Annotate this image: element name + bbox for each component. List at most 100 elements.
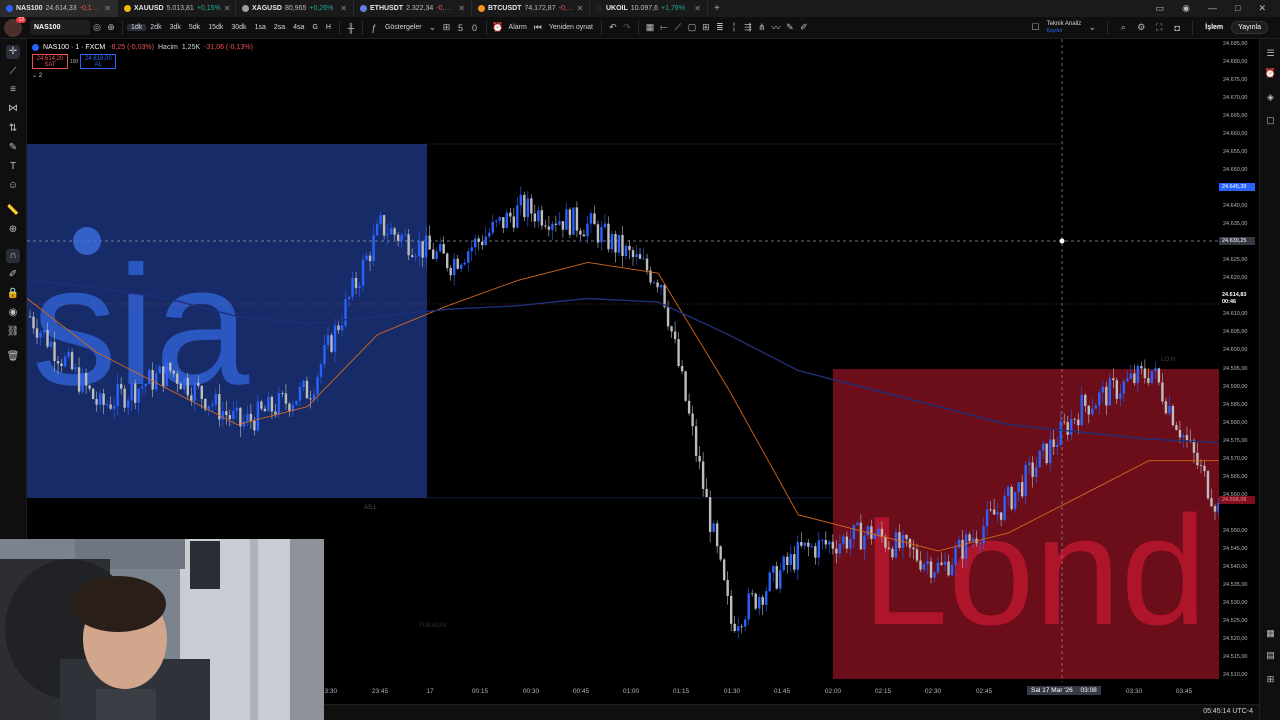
tech-analysis-menu[interactable]: ☐ Teknik Analiz Kaydet ⌄ ⌕ ⚙ ⛶ ◘ İşlem Y… <box>1029 20 1274 35</box>
alerts-icon[interactable]: ⏰ <box>1264 67 1277 80</box>
new-tab-button[interactable]: + <box>708 3 726 14</box>
ruler-icon[interactable]: 📏 <box>6 204 20 218</box>
maximize-icon[interactable]: □ <box>1235 3 1240 14</box>
grid-icon[interactable]: ⊞ <box>699 21 713 35</box>
fullscreen-icon[interactable]: ⛶ <box>1152 21 1166 35</box>
browser-tab[interactable]: BTCUSDT 74.172,87 -0,… ✕ <box>472 0 590 17</box>
brush-icon[interactable]: ✎ <box>783 21 797 35</box>
brush-icon[interactable]: ✎ <box>6 141 20 155</box>
crosshair-date-label: Sal 17 Mar '26 03:08 <box>1027 686 1101 695</box>
close-tab-icon[interactable]: ✕ <box>340 4 347 13</box>
notifications-icon[interactable]: ▤ <box>1264 649 1277 662</box>
candle-type-icon[interactable]: ╫ <box>344 21 358 35</box>
chat-icon[interactable]: ▢ <box>1264 114 1277 127</box>
publish-button[interactable]: Yayınla <box>1231 21 1268 34</box>
indicators-icon[interactable]: ƒ <box>367 21 381 35</box>
pen-icon[interactable]: ✐ <box>797 21 811 35</box>
prediction-icon[interactable]: ⇅ <box>6 122 20 136</box>
interval-button[interactable]: 1dk <box>127 24 147 31</box>
crosshair-icon[interactable]: ✛ <box>6 45 20 59</box>
close-tab-icon[interactable]: ✕ <box>694 4 701 13</box>
buy-button[interactable]: 24.616,00 AL <box>80 54 117 69</box>
eye-icon[interactable]: ◎ <box>90 21 104 35</box>
alerts-zero[interactable]: 0 <box>468 21 482 35</box>
browser-tab[interactable]: UKOIL 10.097,6 +1,76% ✕ <box>590 0 708 17</box>
chevron-down-icon[interactable]: ⌄ <box>1085 21 1099 35</box>
pattern-icon[interactable]: ⋈ <box>6 102 20 116</box>
checkbox-icon[interactable]: ☐ <box>1029 21 1043 35</box>
browser-tab[interactable]: XAGUSD 80,965 +0,26% ✕ <box>236 0 354 17</box>
alarm-button[interactable]: Alarm <box>505 24 531 31</box>
search-icon[interactable]: ⌕ <box>1116 21 1130 35</box>
eye-icon[interactable]: ◉ <box>6 306 20 320</box>
table-icon[interactable]: ▦ <box>643 21 657 35</box>
calendar-icon[interactable]: ▦ <box>1264 627 1277 640</box>
camera-icon[interactable]: ◘ <box>1170 21 1184 35</box>
link-icon[interactable]: ⛓ <box>6 325 20 339</box>
cast-icon[interactable]: ▭ <box>1156 3 1165 14</box>
close-icon[interactable]: ✕ <box>1258 3 1266 14</box>
pitchfork-icon[interactable]: ⋔ <box>755 21 769 35</box>
indicators-button[interactable]: Göstergeler <box>381 24 426 31</box>
undo-icon[interactable]: ↶ <box>606 21 620 35</box>
utc-clock[interactable]: 05:45:14 UTC-4 <box>1203 708 1253 715</box>
chevron-down-icon[interactable]: ⌄ <box>426 21 440 35</box>
alarm-icon[interactable]: ⏰ <box>491 21 505 35</box>
zoom-icon[interactable]: ⊕ <box>6 223 20 237</box>
trend-line-icon[interactable]: ⟋ <box>6 65 20 79</box>
text-icon[interactable]: T <box>6 160 20 174</box>
magnet-icon[interactable]: ∩ <box>6 249 20 263</box>
gear-icon[interactable]: ⚙ <box>1134 21 1148 35</box>
interval-button[interactable]: G <box>308 24 321 31</box>
interval-button[interactable]: 5dk <box>185 24 204 31</box>
vertical-line-icon[interactable]: ╎ <box>727 21 741 35</box>
help-icon[interactable]: ⊞ <box>1264 673 1277 686</box>
trade-button[interactable]: İşlem <box>1201 24 1227 31</box>
layout-grid-icon[interactable]: ⊞ <box>440 21 454 35</box>
interval-button[interactable]: 30dk <box>227 24 250 31</box>
close-tab-icon[interactable]: ✕ <box>104 4 111 13</box>
trash-icon[interactable]: 🗑 <box>6 350 20 364</box>
browser-tab[interactable]: NAS100 24.614,33 -0,1… ✕ <box>0 0 118 17</box>
replay-icon[interactable]: ⏮ <box>531 21 545 35</box>
interval-button[interactable]: 1sa <box>251 24 270 31</box>
alerts-count[interactable]: 5 <box>454 21 468 35</box>
sell-button[interactable]: 24.614,20 SAT <box>32 54 68 69</box>
interval-button[interactable]: 2dk <box>146 24 165 31</box>
parallel-channel-icon[interactable]: ⇶ <box>741 21 755 35</box>
close-tab-icon[interactable]: ✕ <box>458 4 465 13</box>
watchlist-icon[interactable]: ☰ <box>1264 47 1277 60</box>
interval-button[interactable]: 3dk <box>166 24 185 31</box>
candle-body <box>235 407 239 411</box>
replay-button[interactable]: Yeniden oynat <box>545 24 597 31</box>
browser-tab[interactable]: XAUUSD 5.013,81 +0,15% ✕ <box>118 0 236 17</box>
user-icon[interactable]: ◉ <box>1182 3 1190 14</box>
interval-button[interactable]: H <box>322 24 335 31</box>
trend-line-icon[interactable]: ⟋ <box>671 21 685 35</box>
interval-button[interactable]: 4sa <box>289 24 308 31</box>
stay-drawing-icon[interactable]: ✐ <box>6 268 20 282</box>
fib-icon[interactable]: ≣ <box>713 21 727 35</box>
emoji-icon[interactable]: ☺ <box>6 179 20 193</box>
legend-title[interactable]: NAS100 · 1 · FXCM <box>43 44 105 51</box>
lock-icon[interactable]: 🔒 <box>6 287 20 301</box>
symbol-search[interactable]: NAS100 <box>30 20 90 35</box>
close-tab-icon[interactable]: ✕ <box>224 4 231 13</box>
browser-tab[interactable]: ETHUSDT 2.322,34 -0,… ✕ <box>354 0 472 17</box>
indicator-collapse[interactable]: ⌄ 2 <box>32 72 253 79</box>
interval-button[interactable]: 2sa <box>270 24 289 31</box>
interval-button[interactable]: 15dk <box>204 24 227 31</box>
horizontal-line-icon[interactable]: ⟝ <box>657 21 671 35</box>
avatar[interactable]: 12 <box>4 16 26 37</box>
layers-icon[interactable]: ◈ <box>1264 91 1277 104</box>
price-scale[interactable]: 24.685,00 24.680,00 24.675,00 24.670,00 24.6… <box>1219 39 1259 682</box>
path-icon[interactable]: 〰 <box>769 21 783 35</box>
compare-add-icon[interactable]: ⊕ <box>104 21 118 35</box>
fib-icon[interactable]: ≡ <box>6 83 20 97</box>
price-tick: 24.655,00 <box>1223 149 1248 156</box>
candle-body <box>319 364 323 377</box>
minimize-icon[interactable]: — <box>1208 3 1217 14</box>
redo-icon[interactable]: ↷ <box>620 21 634 35</box>
close-tab-icon[interactable]: ✕ <box>577 4 584 13</box>
rectangle-icon[interactable]: ▢ <box>685 21 699 35</box>
